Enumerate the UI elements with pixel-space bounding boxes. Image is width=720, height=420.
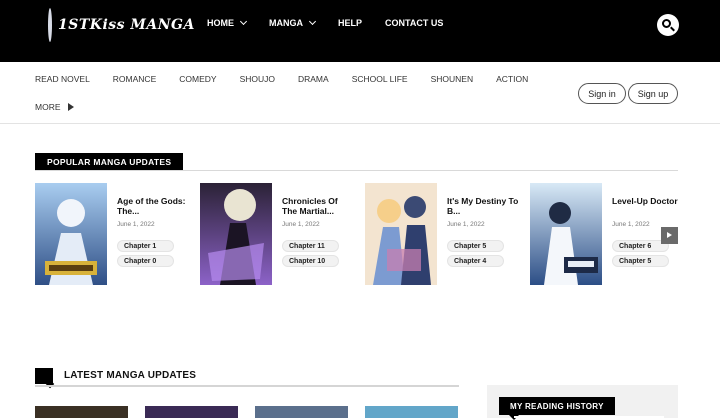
- genre-list: READ NOVEL ROMANCE COMEDY SHOUJO DRAMA S…: [35, 74, 551, 84]
- cover-art-3: [365, 183, 437, 285]
- manga-cover[interactable]: [530, 183, 602, 285]
- section-divider: [35, 385, 459, 387]
- latest-manga-thumb[interactable]: [145, 406, 238, 418]
- search-button[interactable]: [657, 14, 679, 36]
- site-logo[interactable]: 1STKiss MANGA: [48, 8, 194, 42]
- genre-shounen[interactable]: SHOUNEN: [431, 74, 474, 84]
- logo-text: 1STKiss MANGA: [58, 17, 195, 33]
- genre-school-life[interactable]: SCHOOL LIFE: [352, 74, 408, 84]
- manga-title[interactable]: It's My Destiny To B...: [447, 196, 519, 216]
- search-icon-handle: [670, 26, 675, 32]
- nav-home-label: HOME: [207, 18, 234, 28]
- latest-manga-thumb[interactable]: [35, 406, 128, 418]
- nav-manga-label: MANGA: [269, 18, 303, 28]
- logo-avatar: [48, 8, 52, 42]
- cover-art-2: [200, 183, 272, 285]
- latest-manga-thumb[interactable]: [255, 406, 348, 418]
- manga-card: Age of the Gods: The... June 1, 2022 Cha…: [35, 183, 195, 288]
- nav-manga[interactable]: MANGA: [269, 17, 317, 28]
- manga-title[interactable]: Level-Up Doctor: [612, 196, 684, 206]
- manga-title[interactable]: Chronicles Of The Martial...: [282, 196, 354, 216]
- nav-contact-us[interactable]: CONTACT US: [385, 18, 443, 28]
- section-marker-icon: [35, 368, 53, 384]
- chevron-right-icon: [667, 232, 672, 238]
- reading-history-heading: MY READING HISTORY: [499, 397, 615, 420]
- manga-card: Chronicles Of The Martial... June 1, 202…: [200, 183, 360, 288]
- cover-art-4: [530, 183, 602, 285]
- chapter-link[interactable]: Chapter 10: [282, 255, 339, 267]
- genre-romance[interactable]: ROMANCE: [113, 74, 156, 84]
- genre-action[interactable]: ACTION: [496, 74, 528, 84]
- popular-heading: POPULAR MANGA UPDATES: [35, 153, 184, 171]
- cover-art-1: [35, 183, 107, 285]
- nav-help-label: HELP: [338, 18, 363, 28]
- chapter-link[interactable]: Chapter 4: [447, 255, 504, 267]
- nav-help[interactable]: HELP: [338, 18, 362, 28]
- manga-date: June 1, 2022: [447, 221, 485, 228]
- section-divider: [35, 170, 678, 171]
- manga-date: June 1, 2022: [282, 221, 320, 228]
- manga-cover[interactable]: [365, 183, 437, 285]
- manga-card: It's My Destiny To B... June 1, 2022 Cha…: [365, 183, 525, 288]
- site-header: 1STKiss MANGA HOME MANGA HELP CONTACT US: [0, 0, 720, 62]
- manga-cover[interactable]: [35, 183, 107, 285]
- main-nav: HOME MANGA HELP CONTACT US: [207, 17, 466, 28]
- chapter-link[interactable]: Chapter 5: [612, 255, 669, 267]
- sign-in-button[interactable]: Sign in: [578, 83, 626, 104]
- manga-date: June 1, 2022: [117, 221, 155, 228]
- chapter-link[interactable]: Chapter 0: [117, 255, 174, 267]
- chevron-down-icon: [308, 17, 317, 26]
- more-label: MORE: [35, 102, 61, 112]
- chapter-link[interactable]: Chapter 5: [447, 240, 504, 252]
- genre-shoujo[interactable]: SHOUJO: [240, 74, 275, 84]
- latest-heading: LATEST MANGA UPDATES: [64, 370, 197, 381]
- sign-up-button[interactable]: Sign up: [628, 83, 678, 104]
- manga-date: June 1, 2022: [612, 221, 650, 228]
- nav-contact-label: CONTACT US: [385, 18, 444, 28]
- caret-right-icon: [67, 103, 74, 111]
- carousel-next-button[interactable]: [661, 227, 678, 244]
- genre-bar: READ NOVEL ROMANCE COMEDY SHOUJO DRAMA S…: [0, 62, 720, 124]
- chevron-down-icon: [239, 17, 248, 26]
- more-genres-button[interactable]: MORE: [35, 102, 74, 112]
- latest-manga-thumb[interactable]: [365, 406, 458, 418]
- genre-read-novel[interactable]: READ NOVEL: [35, 74, 90, 84]
- genre-comedy[interactable]: COMEDY: [179, 74, 216, 84]
- manga-cover[interactable]: [200, 183, 272, 285]
- chapter-link[interactable]: Chapter 11: [282, 240, 339, 252]
- genre-drama[interactable]: DRAMA: [298, 74, 329, 84]
- manga-title[interactable]: Age of the Gods: The...: [117, 196, 189, 216]
- nav-home[interactable]: HOME: [207, 17, 248, 28]
- chapter-link[interactable]: Chapter 1: [117, 240, 174, 252]
